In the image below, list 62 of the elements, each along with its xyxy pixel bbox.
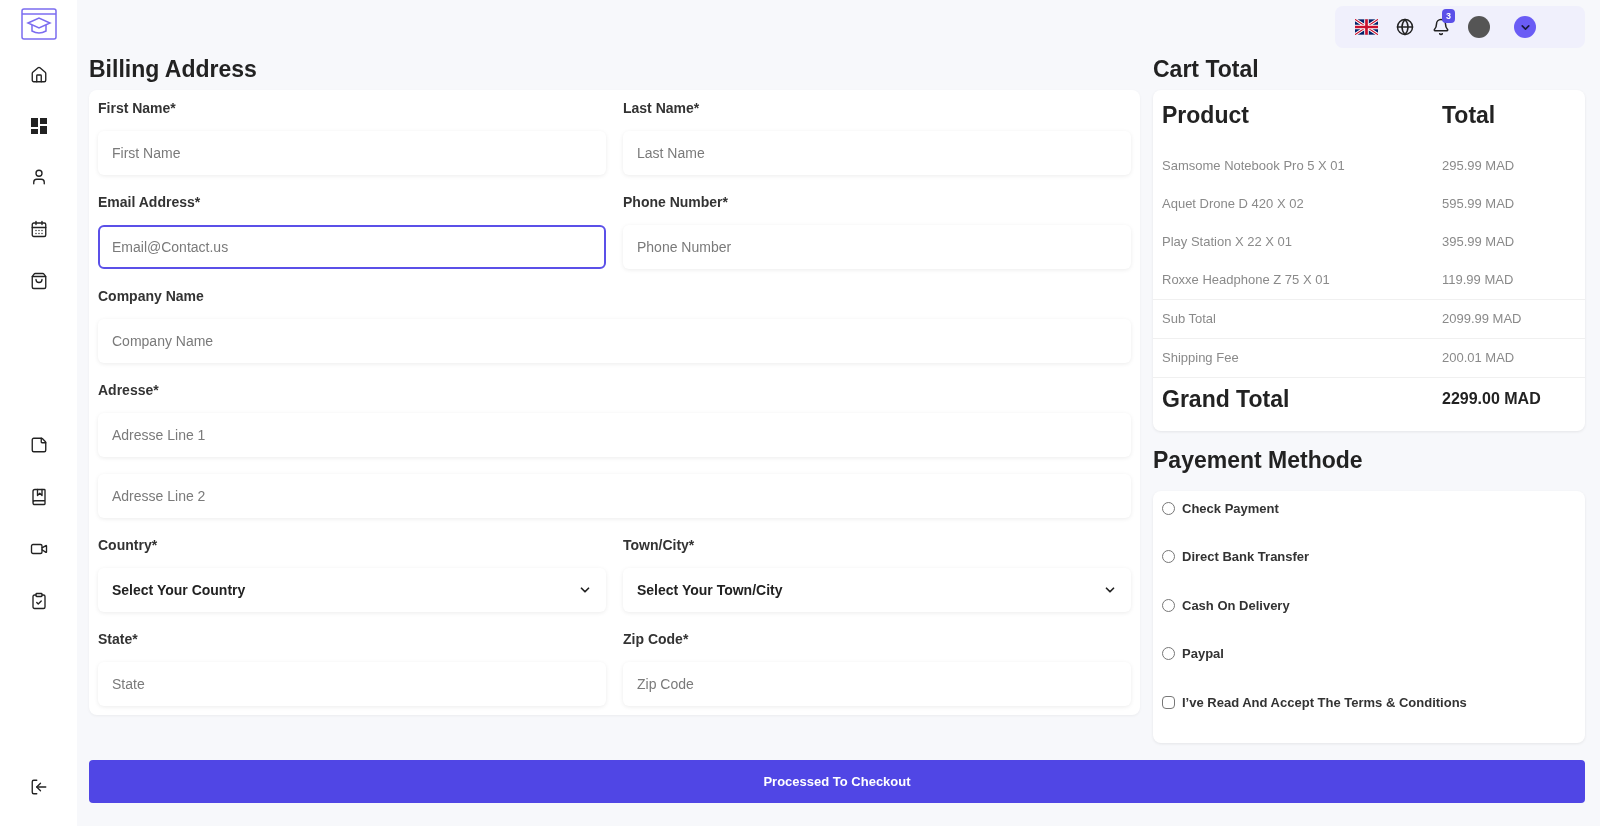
field-label: State*: [98, 630, 139, 649]
sidebar-icon[interactable]: [29, 220, 48, 238]
field-label: First Name*: [98, 99, 177, 118]
bell-icon[interactable]: [1432, 18, 1450, 36]
product-price: 295.99 MAD: [1442, 156, 1516, 175]
summary-label: Shipping Fee: [1162, 348, 1240, 367]
product-name: Play Station X 22 X 01: [1162, 232, 1294, 251]
radio-label: Paypal: [1182, 645, 1224, 663]
section-title: Payement Methode: [1153, 446, 1364, 476]
dropdown-button[interactable]: [1514, 16, 1536, 38]
text-field[interactable]: Phone Number: [623, 225, 1131, 269]
dashboard-icon[interactable]: [30, 118, 47, 134]
sidebar-icon[interactable]: [29, 488, 48, 506]
column-header: Total: [1442, 101, 1497, 130]
checkbox-label: I’ve Read And Accept The Terms & Conditions: [1182, 693, 1467, 712]
section-title: Cart Total: [1153, 54, 1260, 84]
sidebar-icon[interactable]: [29, 592, 48, 610]
sidebar-icon[interactable]: [29, 436, 48, 454]
checkbox[interactable]: [1162, 695, 1175, 709]
field-label: Last Name*: [623, 99, 701, 118]
notification-badge: 3: [1442, 9, 1455, 23]
product-price: 119.99 MAD: [1442, 270, 1515, 289]
text-field[interactable]: First Name: [98, 131, 606, 175]
product-name: Roxxe Headphone Z 75 X 01: [1162, 270, 1331, 289]
summary-value: 200.01 MAD: [1442, 348, 1516, 367]
globe-icon[interactable]: [1396, 18, 1414, 36]
text-field[interactable]: Email@Contact.us: [98, 225, 606, 269]
sidebar-icon[interactable]: [29, 66, 48, 84]
text-field[interactable]: Adresse Line 1: [98, 413, 1131, 457]
field-label: Phone Number*: [623, 193, 729, 212]
field-label: Country*: [98, 536, 159, 555]
select-field[interactable]: Select Your Country: [98, 568, 606, 612]
sidebar-icon[interactable]: [29, 272, 48, 290]
select-field[interactable]: Select Your Town/City: [623, 568, 1131, 612]
text-field[interactable]: Adresse Line 2: [98, 474, 1131, 518]
text-field[interactable]: Last Name: [623, 131, 1131, 175]
logo-icon: [20, 8, 57, 42]
grand-total-label: Grand Total: [1162, 384, 1291, 414]
section-title: Billing Address: [89, 54, 258, 84]
product-name: Aquet Drone D 420 X 02: [1162, 194, 1305, 213]
field-label: Email Address*: [98, 193, 202, 212]
avatar[interactable]: [1468, 16, 1490, 38]
text-field[interactable]: State: [98, 662, 606, 706]
flag-icon[interactable]: [1355, 19, 1378, 35]
radio-label: Check Payment: [1182, 499, 1279, 518]
summary-label: Sub Total: [1162, 309, 1217, 328]
grand-total-value: 2299.00 MAD: [1442, 389, 1542, 409]
logout-icon[interactable]: [29, 778, 48, 796]
product-price: 395.99 MAD: [1442, 232, 1516, 251]
field-label: Adresse*: [98, 381, 160, 400]
product-price: 595.99 MAD: [1442, 194, 1516, 213]
field-label: Zip Code*: [623, 630, 690, 649]
checkout-button[interactable]: Processed To Checkout: [89, 760, 1585, 803]
product-name: Samsome Notebook Pro 5 X 01: [1162, 156, 1346, 175]
text-field[interactable]: Zip Code: [623, 662, 1131, 706]
radio-label: Cash On Delivery: [1182, 596, 1290, 615]
field-label: Town/City*: [623, 536, 696, 555]
field-label: Company Name: [98, 287, 205, 306]
column-header: Product: [1162, 101, 1250, 130]
radio-label: Direct Bank Transfer: [1182, 548, 1310, 566]
text-field[interactable]: Company Name: [98, 319, 1131, 363]
summary-value: 2099.99 MAD: [1442, 309, 1523, 328]
